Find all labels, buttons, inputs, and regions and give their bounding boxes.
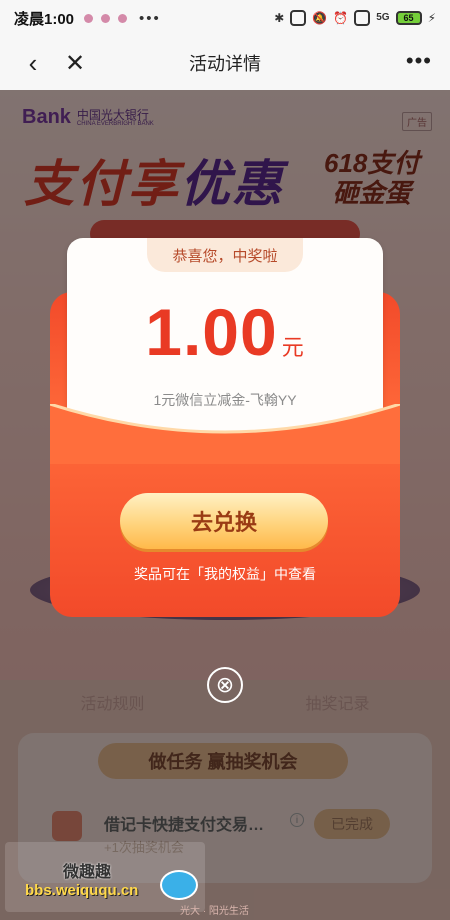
watermark: 微趣趣 bbs.weiququ.cn — [5, 842, 205, 912]
system-icons: ✱ 🔕 ⏰ 5G 65 ⚡ — [274, 10, 436, 26]
mascot-icon — [160, 870, 198, 900]
bluetooth-icon: ✱ — [274, 11, 285, 25]
watermark-title: 微趣趣 — [63, 864, 112, 881]
status-time: 凌晨1:00 — [14, 10, 75, 28]
footer-text: 光大 · 阳光生活 — [180, 906, 249, 917]
watermark-url: bbs.weiququ.cn — [25, 882, 139, 899]
page-title: 活动详情 — [189, 54, 261, 74]
prize-header: 恭喜您，中奖啦 — [147, 238, 303, 272]
notification-icon — [118, 13, 128, 23]
notification-icon — [84, 13, 94, 23]
vibrate-icon — [290, 10, 307, 26]
more-menu-button[interactable]: ••• — [406, 48, 432, 74]
more-notifications-icon: ••• — [139, 9, 161, 27]
back-button[interactable]: ‹ — [18, 48, 48, 78]
alarm-icon: ⏰ — [333, 11, 349, 25]
signal-icon: 5G — [376, 12, 390, 23]
charging-icon: ⚡ — [427, 11, 436, 25]
status-bar: 凌晨1:00 ••• ✱ 🔕 ⏰ 5G 65 ⚡ — [0, 0, 450, 36]
notification-icons — [84, 13, 128, 23]
nav-bar: ‹ ✕ 活动详情 ••• — [0, 36, 450, 90]
prize-amount: 1.00 元 — [67, 294, 383, 370]
prize-amount-value: 1.00 — [145, 295, 278, 369]
hd-icon — [354, 10, 371, 26]
redeem-button[interactable]: 去兑换 — [120, 493, 328, 549]
envelope-flap — [50, 404, 400, 464]
notification-icon — [101, 13, 111, 23]
modal-close-button[interactable]: ⊗ — [207, 667, 243, 703]
prize-amount-unit: 元 — [281, 335, 305, 360]
battery-icon: 65 — [395, 11, 422, 25]
close-button[interactable]: ✕ — [60, 48, 90, 78]
prize-hint: 奖品可在「我的权益」中查看 — [134, 566, 316, 582]
mute-icon: 🔕 — [312, 11, 328, 25]
